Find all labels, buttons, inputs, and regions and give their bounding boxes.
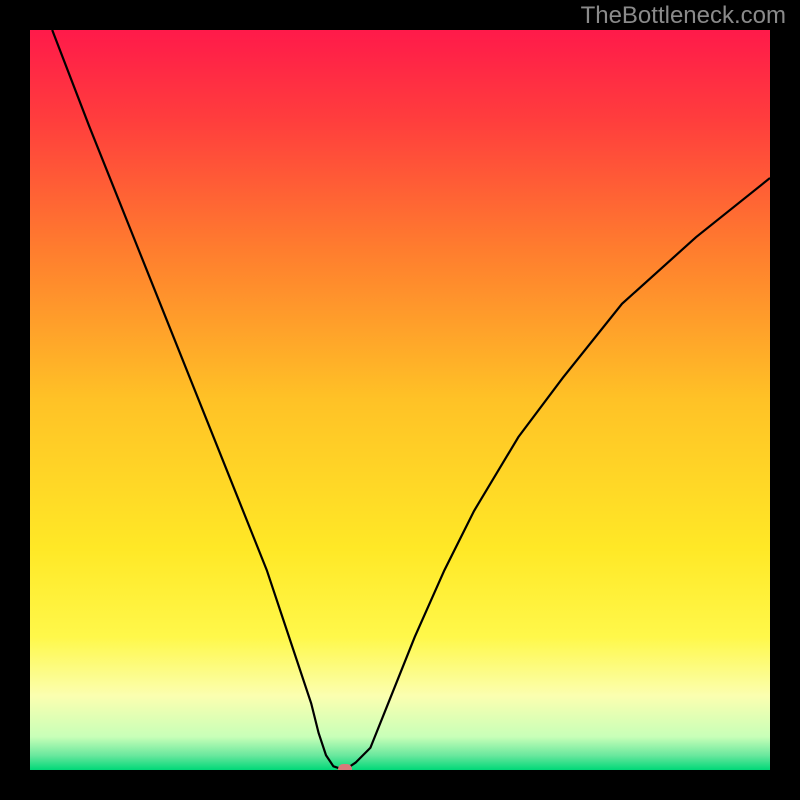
chart-container: TheBottleneck.com [0,0,800,800]
bottleneck-curve [30,30,770,770]
optimal-point-marker [338,764,352,770]
plot-area [30,30,770,770]
watermark-text: TheBottleneck.com [581,2,786,30]
